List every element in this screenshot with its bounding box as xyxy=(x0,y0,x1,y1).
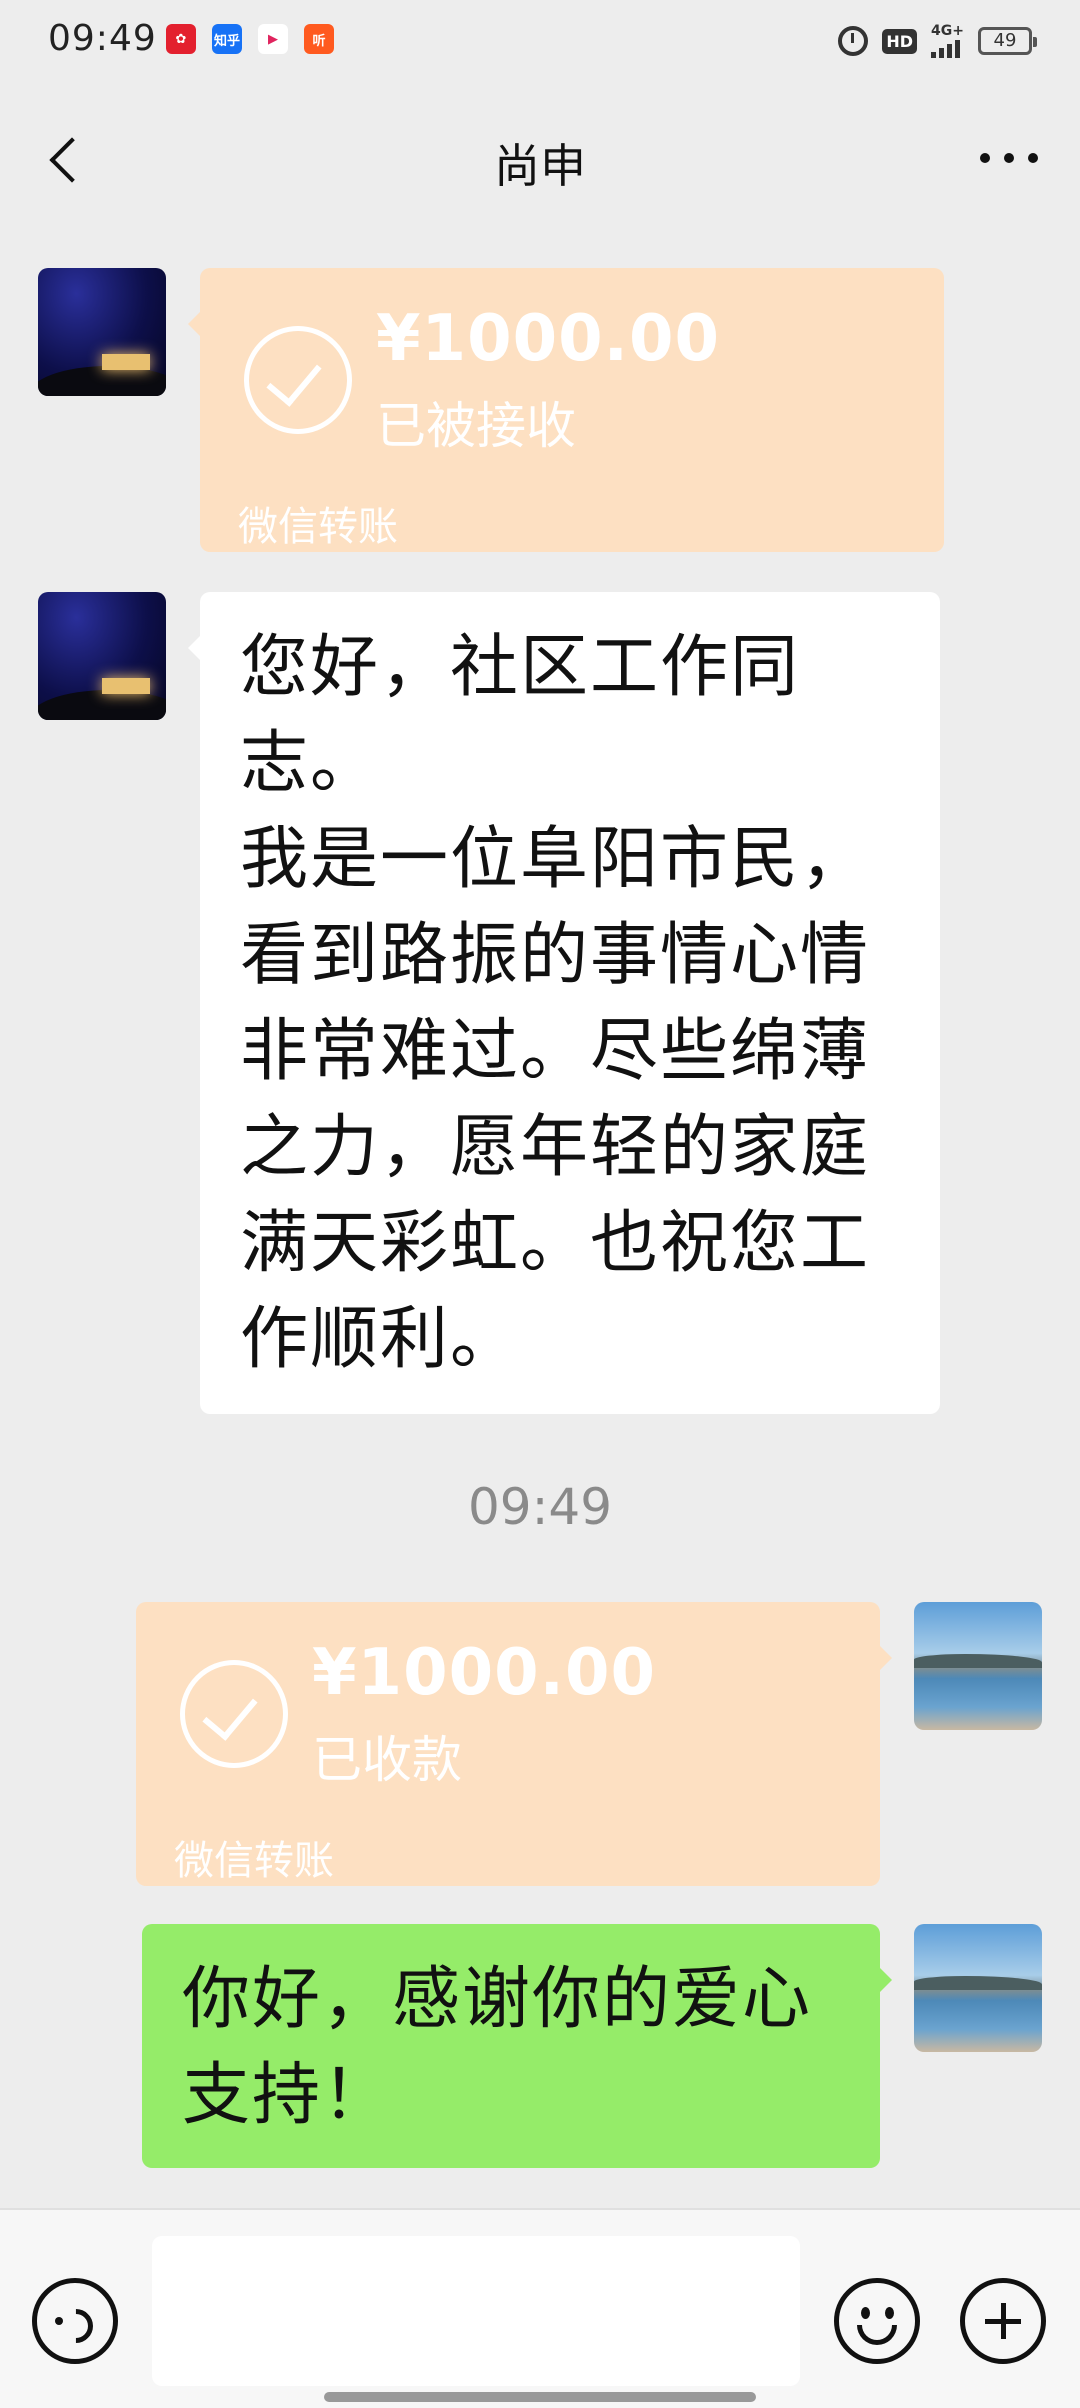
chat-header: 尚申 xyxy=(0,84,1080,234)
transfer-amount: ¥1000.00 xyxy=(312,1636,657,1710)
transfer-amount: ¥1000.00 xyxy=(376,302,721,376)
network-label: 4G+ xyxy=(931,23,964,39)
check-circle-icon xyxy=(180,1660,288,1768)
voice-icon[interactable] xyxy=(32,2278,118,2364)
input-bar xyxy=(0,2208,1080,2408)
hd-badge: HD xyxy=(882,28,918,54)
notification-icons: ✿ 知乎 ▶ 听 xyxy=(166,24,334,54)
alarm-icon xyxy=(838,26,869,56)
message-bubble-sent[interactable]: 你好，感谢你的爱心支持！ xyxy=(142,1924,892,2168)
listen-app-icon: 听 xyxy=(304,24,334,54)
message-bubble-received[interactable]: 您好，社区工作同志。 我是一位阜阳市民，看到路振的事情心情非常难过。尽些绵薄之力… xyxy=(188,592,940,1414)
plus-icon[interactable] xyxy=(960,2278,1046,2364)
my-avatar[interactable] xyxy=(914,1602,1042,1730)
status-time: 09:49 xyxy=(48,18,157,59)
battery-icon: 49 xyxy=(978,27,1037,55)
system-indicators: HD 4G+ 49 xyxy=(838,24,1037,58)
transfer-card-collected[interactable]: ¥1000.00 已收款 微信转账 xyxy=(136,1602,892,1886)
message-input[interactable] xyxy=(152,2236,800,2386)
transfer-brand: 微信转账 xyxy=(238,504,398,550)
my-avatar[interactable] xyxy=(914,1924,1042,2052)
zhihu-app-icon: 知乎 xyxy=(212,24,242,54)
red-app-icon: ✿ xyxy=(166,24,196,54)
chat-screen: 09:49 ✿ 知乎 ▶ 听 HD 4G+ 49 尚申 ¥1000.00 已被接… xyxy=(0,0,1080,2408)
signal-bars-icon xyxy=(931,38,961,58)
status-bar: 09:49 ✿ 知乎 ▶ 听 HD 4G+ 49 xyxy=(0,0,1080,84)
transfer-status: 已被接收 xyxy=(376,397,576,455)
check-circle-icon xyxy=(244,326,352,434)
contact-avatar[interactable] xyxy=(38,592,166,720)
chat-title: 尚申 xyxy=(494,139,586,193)
emoji-icon[interactable] xyxy=(834,2278,920,2364)
more-dots-icon[interactable] xyxy=(974,138,1044,178)
transfer-card-received[interactable]: ¥1000.00 已被接收 微信转账 xyxy=(188,268,944,552)
contact-avatar[interactable] xyxy=(38,268,166,396)
signal-indicator: 4G+ xyxy=(931,24,964,58)
message-text: 你好，感谢你的爱心支持！ xyxy=(182,1960,813,2135)
message-timestamp: 09:49 xyxy=(467,1478,613,1536)
transfer-status: 已收款 xyxy=(312,1731,462,1789)
message-text: 您好，社区工作同志。 我是一位阜阳市民，看到路振的事情心情非常难过。尽些绵薄之力… xyxy=(240,628,871,1379)
transfer-brand: 微信转账 xyxy=(174,1838,334,1884)
video-app-icon: ▶ xyxy=(258,24,288,54)
home-indicator[interactable] xyxy=(324,2392,756,2402)
